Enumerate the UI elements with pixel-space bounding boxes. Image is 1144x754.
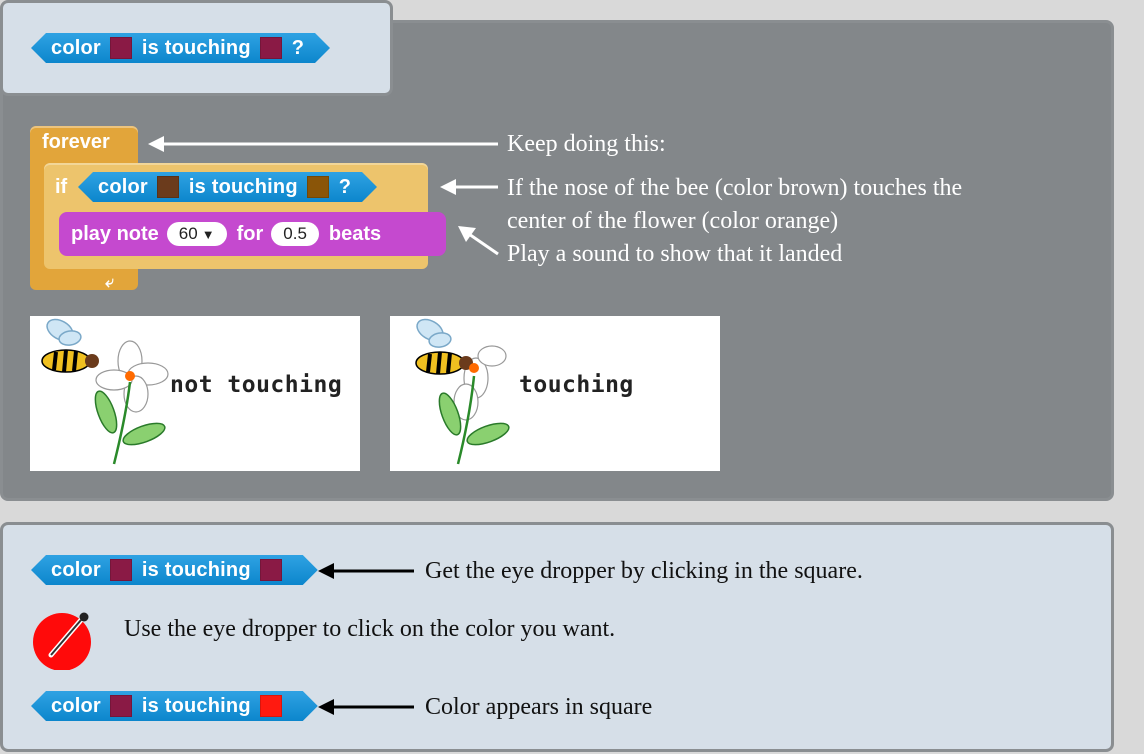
color-swatch-1[interactable] (110, 559, 132, 581)
arrow-left-icon (440, 179, 498, 195)
beats-input[interactable]: 0.5 (271, 222, 319, 246)
dropdown-arrow-icon: ▼ (201, 226, 215, 242)
color-swatch-2[interactable] (260, 559, 282, 581)
block-question-mark: ? (291, 36, 304, 59)
block-touching-word: is touching (141, 36, 251, 59)
beats-label: beats (328, 222, 382, 245)
play-sound-note: Play a sound to show that it landed (507, 241, 843, 267)
block-color-word: color (51, 558, 101, 581)
color-swatch-1[interactable] (110, 37, 132, 59)
condition-color-word: color (98, 175, 148, 198)
if-note-line1: If the nose of the bee (color brown) tou… (507, 175, 963, 201)
color-swatch-2-red[interactable] (260, 695, 282, 717)
if-note-line2: center of the flower (color orange) (507, 208, 839, 234)
touching-caption: touching (519, 372, 634, 398)
instruction-step-1: Get the eye dropper by clicking in the s… (425, 558, 863, 584)
instruction-step-3: Color appears in square (425, 694, 653, 720)
eyedropper-icon[interactable] (29, 610, 95, 670)
block-touching-word: is touching (141, 694, 251, 717)
note-value: 60 (178, 224, 198, 243)
instruction-step-2: Use the eye dropper to click on the colo… (124, 616, 616, 642)
condition-touching-word: is touching (188, 175, 298, 198)
for-label: for (236, 222, 264, 245)
arrow-left-icon (148, 136, 498, 152)
bee-flower-illustration (415, 318, 510, 465)
color-touching-block-before[interactable]: color is touching (31, 555, 318, 585)
bee-flower-illustration (41, 318, 169, 465)
arrow-up-left-icon (458, 226, 499, 256)
bee-touching-image: touching (390, 316, 720, 471)
color-touching-block-after[interactable]: color is touching (31, 691, 318, 721)
keep-doing-note: Keep doing this: (507, 131, 666, 157)
color-swatch-1[interactable] (110, 695, 132, 717)
block-touching-word: is touching (141, 558, 251, 581)
arrow-left-icon (318, 563, 414, 579)
block-color-word: color (51, 694, 101, 717)
not-touching-caption: not touching (170, 372, 343, 398)
condition-question-mark: ? (338, 175, 351, 198)
condition-swatch-2[interactable] (307, 176, 329, 198)
color-touching-color-block[interactable]: color is touching ? (31, 33, 330, 63)
arrow-left-icon (318, 699, 414, 715)
play-note-label: play note (71, 222, 159, 245)
play-note-block[interactable]: play note 60 ▼ for 0.5 beats (59, 212, 446, 256)
forever-label: forever (42, 131, 110, 153)
bee-not-touching-image: not touching (30, 316, 360, 471)
condition-swatch-1[interactable] (157, 176, 179, 198)
color-swatch-2[interactable] (260, 37, 282, 59)
block-color-word: color (51, 36, 101, 59)
if-condition-block[interactable]: color is touching ? (78, 172, 377, 202)
loop-arrow-icon: ⤶ (105, 274, 114, 291)
note-dropdown[interactable]: 60 ▼ (166, 222, 227, 246)
if-label: if (55, 176, 68, 198)
